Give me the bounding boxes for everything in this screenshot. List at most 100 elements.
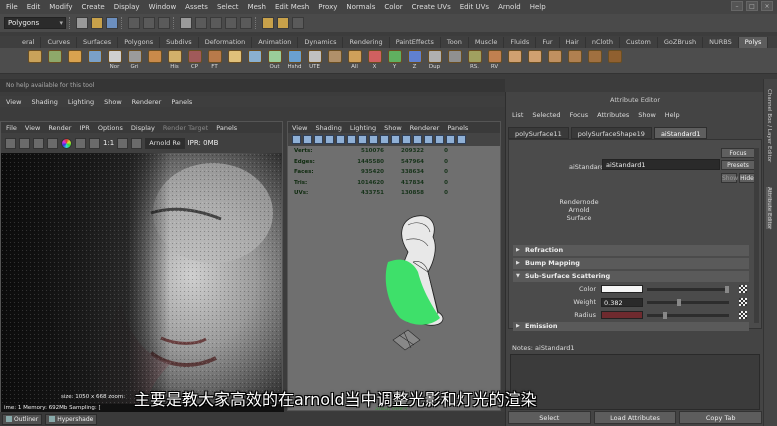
panel-menu-panels[interactable]: Panels [171, 98, 192, 106]
menu-help[interactable]: Help [530, 3, 546, 11]
color-swatch[interactable] [601, 285, 643, 293]
focus-button[interactable]: Focus [721, 148, 755, 158]
panel-menu-shading[interactable]: Shading [31, 98, 57, 106]
select-component-icon[interactable] [158, 17, 170, 29]
shelf-tool-icon-6[interactable] [146, 49, 163, 72]
render-menu-panels[interactable]: Panels [216, 124, 237, 132]
ipr-render-icon[interactable] [277, 17, 289, 29]
menu-file[interactable]: File [6, 3, 18, 11]
alpha-channel-icon[interactable] [75, 137, 86, 149]
menu-proxy[interactable]: Proxy [318, 3, 337, 11]
shelf-tab-polygons[interactable]: Polygons [118, 37, 161, 48]
shelf-tab-rendering[interactable]: Rendering [343, 37, 390, 48]
weight-input[interactable]: 0.382 [601, 297, 643, 307]
presets-button[interactable]: Presets [721, 160, 755, 170]
weight-slider[interactable] [647, 298, 729, 306]
attr-menu-focus[interactable]: Focus [570, 111, 589, 119]
copy-tab-button[interactable]: Copy Tab [679, 411, 763, 424]
shelf-tool-dup[interactable]: Dup [426, 49, 443, 72]
shelf-tool-icon-15[interactable] [326, 49, 343, 72]
hide-button[interactable]: Hide [739, 173, 755, 183]
remove-image-icon[interactable] [131, 137, 143, 149]
shelf-tool-out[interactable]: Out [266, 49, 283, 72]
perspective-viewport[interactable]: View Shading Lighting Show Renderer Panels Ve… [287, 121, 501, 411]
render-menu-ipr[interactable]: IPR [79, 124, 89, 132]
shelf-tool-icon-2[interactable] [66, 49, 83, 72]
shelf-tool-gri[interactable]: Gri [126, 49, 143, 72]
render-icon[interactable] [262, 17, 274, 29]
render-settings-icon[interactable] [292, 17, 304, 29]
snap-point-icon[interactable] [225, 17, 237, 29]
shelf-tab-painteffects[interactable]: PaintEffects [390, 37, 441, 48]
shelf-tab-toon[interactable]: Toon [441, 37, 469, 48]
select-hierarchy-icon[interactable] [128, 17, 140, 29]
shelf-tab-subdivs[interactable]: Subdivs [160, 37, 199, 48]
menu-select[interactable]: Select [217, 3, 239, 11]
shelf-tool-icon-24[interactable] [506, 49, 523, 72]
color-slider[interactable] [647, 285, 729, 293]
shelf-tool-icon-25[interactable] [526, 49, 543, 72]
panel-menu-view[interactable]: View [6, 98, 21, 106]
redo-render-icon[interactable] [19, 137, 30, 149]
menu-edit[interactable]: Edit [27, 3, 41, 11]
radius-swatch[interactable] [601, 311, 643, 319]
zoom-ratio[interactable]: 1:1 [103, 139, 114, 147]
shelf-tool-icon-0[interactable] [26, 49, 43, 72]
shelf-tab-surfaces[interactable]: Surfaces [77, 37, 119, 48]
slider-handle[interactable] [663, 311, 667, 319]
slider-handle[interactable] [725, 285, 729, 293]
render-frame-icon[interactable] [5, 137, 16, 149]
attr-menu-show[interactable]: Show [638, 111, 656, 119]
menu-set-dropdown[interactable]: Polygons [4, 17, 66, 29]
render-menu-options[interactable]: Options [98, 124, 123, 132]
menu-arnold[interactable]: Arnold [498, 3, 521, 11]
render-menu-file[interactable]: File [6, 124, 17, 132]
shelf-tool-icon-29[interactable] [606, 49, 623, 72]
attr-menu-help[interactable]: Help [665, 111, 680, 119]
ipr-icon[interactable] [33, 137, 44, 149]
menu-window[interactable]: Window [149, 3, 177, 11]
shelf-tool-icon-28[interactable] [586, 49, 603, 72]
menu-create-uvs[interactable]: Create UVs [412, 3, 451, 11]
shelf-tool-rs[interactable]: RS. [466, 49, 483, 72]
shelf-tab-animation[interactable]: Animation [252, 37, 299, 48]
section-bump-mapping[interactable]: Bump Mapping [513, 258, 749, 269]
menu-mesh[interactable]: Mesh [248, 3, 266, 11]
shelf-tool-all[interactable]: All [346, 49, 363, 72]
renderer-dropdown[interactable]: Arnold Re [145, 137, 185, 149]
menu-assets[interactable]: Assets [185, 3, 208, 11]
shelf-tab-muscle[interactable]: Muscle [469, 37, 505, 48]
attr-menu-attributes[interactable]: Attributes [597, 111, 629, 119]
attribute-editor-tab[interactable]: Attribute Editor [766, 187, 772, 230]
shelf-tab-dynamics[interactable]: Dynamics [298, 37, 344, 48]
menu-edit-uvs[interactable]: Edit UVs [460, 3, 489, 11]
shelf-tool-ute[interactable]: UTE [306, 49, 323, 72]
load-attributes-button[interactable]: Load Attributes [593, 411, 677, 424]
shelf-tab-fluids[interactable]: Fluids [504, 37, 537, 48]
menu-edit-mesh[interactable]: Edit Mesh [275, 3, 309, 11]
shelf-tool-icon-26[interactable] [546, 49, 563, 72]
radius-slider[interactable] [647, 311, 729, 319]
panel-menu-renderer[interactable]: Renderer [132, 98, 162, 106]
shelf-tab-polys[interactable]: Polys [738, 37, 769, 48]
select-button[interactable]: Select [508, 411, 591, 424]
show-button[interactable]: Show [721, 173, 738, 183]
shelf-tool-nor[interactable]: Nor [106, 49, 123, 72]
shelf-tool-x[interactable]: X [366, 49, 383, 72]
map-button-icon[interactable] [739, 298, 747, 306]
panel-menu-show[interactable]: Show [104, 98, 122, 106]
menu-normals[interactable]: Normals [346, 3, 375, 11]
section-emission[interactable]: Emission [513, 322, 749, 331]
node-tab-aistandard1[interactable]: aiStandard1 [653, 127, 708, 139]
shelf-tab-nurbs[interactable]: NURBS [703, 37, 739, 48]
shelf-tool-z[interactable]: Z [406, 49, 423, 72]
snap-curve-icon[interactable] [210, 17, 222, 29]
map-button-icon[interactable] [739, 285, 747, 293]
shelf-tool-hshd[interactable]: Hshd [286, 49, 303, 72]
shelf-tool-icon-11[interactable] [246, 49, 263, 72]
attr-menu-list[interactable]: List [512, 111, 523, 119]
shelf-tab-hair[interactable]: Hair [560, 37, 586, 48]
shelf-tab-deformation[interactable]: Deformation [199, 37, 253, 48]
shelf-tab-gozbrush[interactable]: GoZBrush [658, 37, 704, 48]
save-icon[interactable] [106, 17, 118, 29]
